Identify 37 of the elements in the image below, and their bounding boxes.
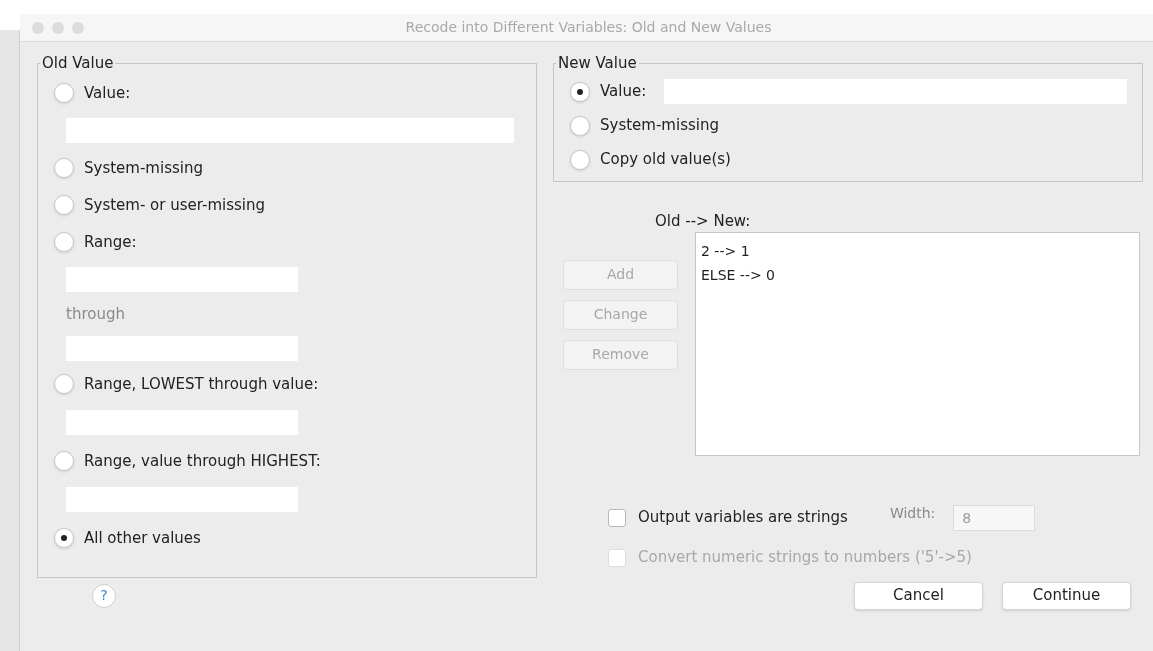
- dialog-button[interactable]: Continue: [1002, 581, 1131, 610]
- radio-button[interactable]: [54, 451, 74, 471]
- dialog-button[interactable]: Cancel: [854, 581, 983, 610]
- checkbox[interactable]: [608, 508, 626, 527]
- through-label: through: [66, 304, 125, 326]
- checkbox-label: Output variables are strings: [638, 507, 848, 529]
- radio-button[interactable]: [54, 158, 74, 178]
- option-label: Value:: [84, 82, 131, 104]
- option-label: Range, LOWEST through value:: [84, 373, 319, 395]
- mapping-label: Old --> New:: [655, 210, 752, 232]
- window-title: Recode into Different Variables: Old and New Values: [404, 18, 773, 37]
- option-label: System- or user-missing: [84, 194, 265, 216]
- panel-title: New Value: [557, 53, 638, 74]
- list-item[interactable]: ELSE --> 0: [701, 262, 1134, 287]
- help-button[interactable]: ?: [92, 583, 116, 608]
- checkbox-label: Convert numeric strings to numbers ('5'->5): [638, 547, 972, 569]
- width-label: Width:: [889, 504, 936, 523]
- option-label: All other values: [84, 527, 201, 549]
- window-control-icon[interactable]: [72, 21, 84, 34]
- list-item[interactable]: 2 --> 1: [701, 238, 1134, 263]
- radio-button[interactable]: [54, 528, 74, 548]
- window-control-icon[interactable]: [32, 21, 44, 34]
- radio-button[interactable]: [570, 149, 590, 170]
- panel-title: Old Value: [41, 53, 115, 74]
- option-label: System-missing: [600, 115, 719, 137]
- option-label: Range:: [84, 231, 137, 253]
- option-label: Range, value through HIGHEST:: [84, 450, 321, 472]
- radio-button[interactable]: [54, 83, 74, 103]
- radio-button[interactable]: [570, 81, 590, 102]
- radio-button[interactable]: [570, 115, 590, 136]
- option-label: Copy old value(s): [600, 149, 731, 171]
- radio-button[interactable]: [54, 232, 74, 252]
- radio-button[interactable]: [54, 374, 74, 394]
- radio-button[interactable]: [54, 195, 74, 215]
- option-label: Value:: [600, 81, 647, 103]
- window-control-icon[interactable]: [52, 21, 64, 34]
- option-label: System-missing: [84, 157, 203, 179]
